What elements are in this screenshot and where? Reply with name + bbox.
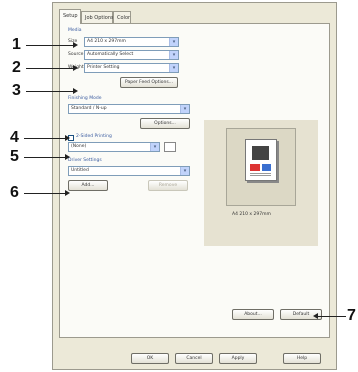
finishing-value: Standard / N-up	[71, 106, 107, 111]
chevron-down-icon: ▾	[169, 51, 178, 59]
help-button[interactable]: Help	[283, 353, 321, 364]
size-value: A4 210 x 297mm	[87, 39, 126, 44]
tab-setup[interactable]: Setup	[59, 9, 81, 24]
callout-1-arrow-icon	[73, 42, 78, 48]
callout-6-line	[24, 193, 66, 194]
two-sided-select[interactable]: (None) ▾	[68, 142, 160, 152]
callout-1-line	[26, 45, 74, 46]
callout-2-arrow-icon	[73, 65, 78, 71]
size-select[interactable]: A4 210 x 297mm ▾	[84, 37, 179, 47]
finishing-options-button[interactable]: Options...	[140, 118, 190, 129]
two-sided-group-title: 2-Sided Printing	[76, 134, 112, 139]
add-settings-button[interactable]: Add...	[68, 180, 108, 191]
tab-job-options[interactable]: Job Options	[81, 11, 114, 23]
chevron-down-icon: ▾	[169, 64, 178, 72]
callout-4: 4	[10, 129, 19, 146]
finishing-group-title: Finishing Mode	[68, 96, 102, 101]
chevron-down-icon: ▾	[180, 105, 189, 113]
source-label: Source	[68, 52, 84, 57]
paper-feed-options-button[interactable]: Paper Feed Options...	[120, 77, 178, 88]
two-sided-value: (None)	[71, 144, 87, 149]
duplex-preview-icon	[164, 142, 176, 152]
preview-frame	[226, 128, 296, 206]
preview-caption: A4 210 x 297mm	[232, 212, 271, 217]
callout-5: 5	[10, 148, 19, 165]
preview-page-icon	[245, 139, 277, 181]
chevron-down-icon: ▾	[169, 38, 178, 46]
page-preview: A4 210 x 297mm	[204, 120, 318, 246]
driver-settings-group-title: Driver Settings	[68, 158, 102, 163]
callout-5-arrow-icon	[65, 154, 70, 160]
ok-button[interactable]: OK	[131, 353, 169, 364]
chevron-down-icon: ▾	[180, 167, 189, 175]
printer-properties-dialog: Setup Job Options Color Media Size A4 21…	[52, 2, 337, 370]
tab-color[interactable]: Color	[113, 11, 131, 23]
driver-settings-value: Untitled	[71, 168, 89, 173]
callout-2: 2	[12, 59, 21, 76]
weight-select[interactable]: Printer Setting ▾	[84, 63, 179, 73]
driver-settings-select[interactable]: Untitled ▾	[68, 166, 190, 176]
callout-3-line	[26, 91, 74, 92]
callout-3-arrow-icon	[73, 88, 78, 94]
callout-1: 1	[12, 36, 21, 53]
source-select[interactable]: Automatically Select ▾	[84, 50, 179, 60]
callout-5-line	[24, 157, 66, 158]
source-value: Automatically Select	[87, 52, 134, 57]
callout-6-arrow-icon	[65, 190, 70, 196]
callout-4-line	[24, 138, 66, 139]
finishing-select[interactable]: Standard / N-up ▾	[68, 104, 190, 114]
about-button[interactable]: About...	[232, 309, 274, 320]
callout-4-arrow-icon	[65, 135, 70, 141]
chevron-down-icon: ▾	[150, 143, 159, 151]
callout-2-line	[26, 68, 74, 69]
apply-button[interactable]: Apply	[219, 353, 257, 364]
remove-settings-button[interactable]: Remove	[148, 180, 188, 191]
setup-panel: Media Size A4 210 x 297mm ▾ Source Autom…	[59, 23, 330, 338]
callout-6: 6	[10, 184, 19, 201]
media-group-title: Media	[68, 28, 82, 33]
cancel-button[interactable]: Cancel	[175, 353, 213, 364]
callout-7-line	[318, 316, 346, 317]
callout-7: 7	[347, 307, 356, 324]
callout-3: 3	[12, 82, 21, 99]
weight-value: Printer Setting	[87, 65, 120, 70]
